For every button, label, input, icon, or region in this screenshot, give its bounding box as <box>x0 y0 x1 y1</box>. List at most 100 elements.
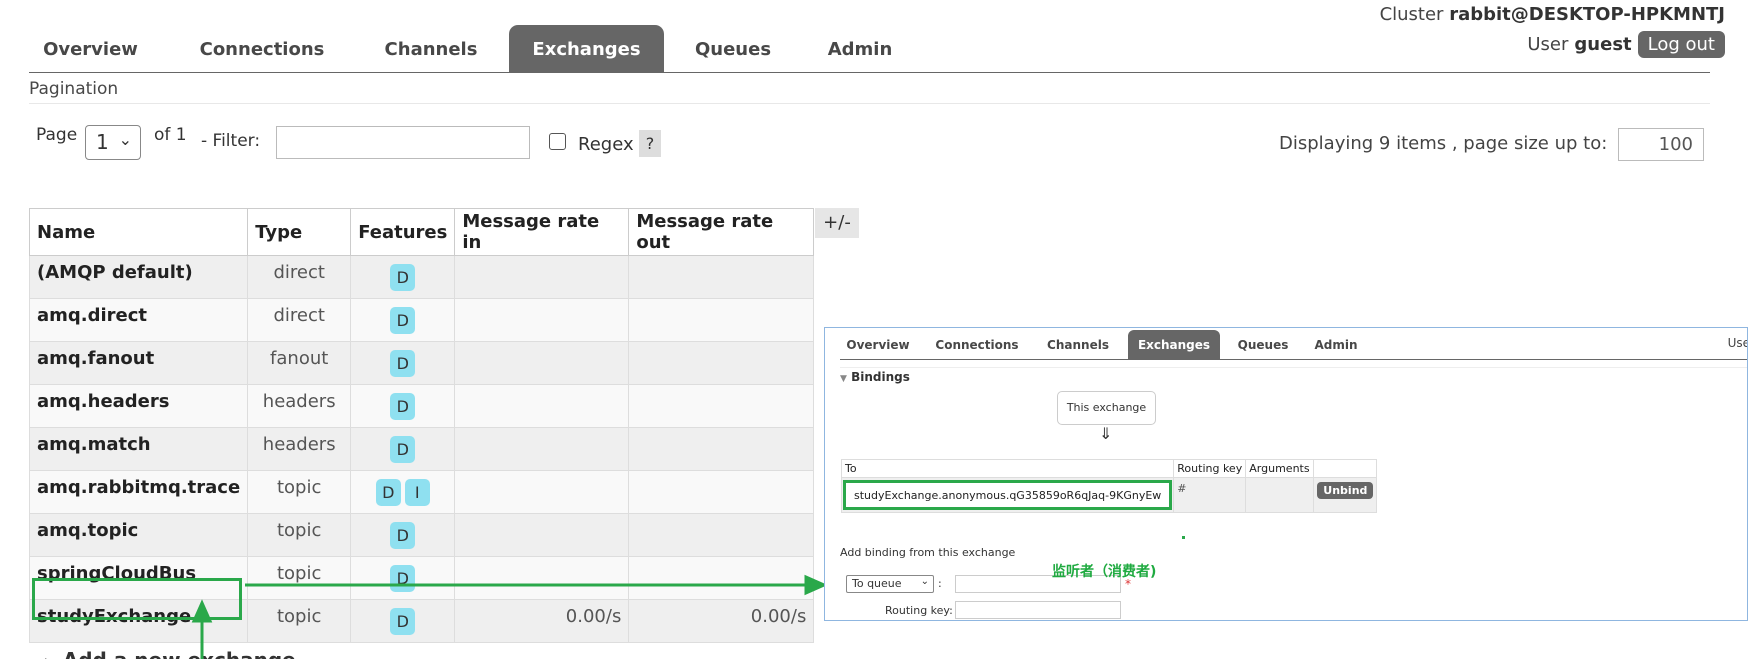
exchange-name-link[interactable]: (AMQP default) <box>28 255 249 299</box>
regex-checkbox[interactable] <box>549 133 566 150</box>
bindings-inset: Overview Connections Channels Exchanges … <box>824 327 1748 621</box>
table-row: (AMQP default) direct D <box>28 255 815 299</box>
exchange-name-link[interactable]: amq.topic <box>28 513 249 557</box>
col-type[interactable]: Type <box>247 208 352 256</box>
inset-tab-overview[interactable]: Overview <box>840 330 916 360</box>
filter-label: - Filter: <box>201 131 261 151</box>
exchange-features: D <box>350 427 456 471</box>
exchange-name-link[interactable]: amq.rabbitmq.trace <box>28 470 249 514</box>
page-select-value: 1 <box>96 130 109 154</box>
feature-badge: D <box>390 608 416 635</box>
table-row: amq.topic topic D <box>28 513 815 557</box>
exchange-name-link[interactable]: amq.match <box>28 427 249 471</box>
tab-queues[interactable]: Queues <box>683 25 783 72</box>
page-of-label: of 1 <box>154 125 187 145</box>
table-header-row: Name Type Features Message rate in Messa… <box>28 208 815 256</box>
exchange-type: topic <box>247 556 352 600</box>
rate-out <box>628 298 815 342</box>
help-button[interactable]: ? <box>639 130 661 157</box>
chevron-down-icon: ⌄ <box>118 130 132 149</box>
rate-in: 0.00/s <box>454 599 630 643</box>
unbind-button[interactable]: Unbind <box>1317 482 1374 499</box>
feature-badge: D <box>390 565 416 592</box>
feature-badge: D <box>390 522 416 549</box>
binding-arguments <box>1245 477 1315 513</box>
rate-in <box>454 255 630 299</box>
rate-in <box>454 427 630 471</box>
exchange-type: topic <box>247 470 352 514</box>
columns-toggle-button[interactable]: +/- <box>815 208 859 238</box>
exchange-type: direct <box>247 298 352 342</box>
exchange-features: D <box>350 298 456 342</box>
exchange-features: D <box>350 341 456 385</box>
exchange-name-link[interactable]: amq.fanout <box>28 341 249 385</box>
binding-destination-link[interactable]: studyExchange.anonymous.qG35859oR6qJaq-9… <box>843 480 1173 510</box>
tab-exchanges[interactable]: Exchanges <box>509 25 664 72</box>
inset-user-label: Use <box>1727 336 1748 350</box>
routing-key-input[interactable] <box>955 601 1121 619</box>
col-rate-out[interactable]: Message rate out <box>628 208 815 256</box>
rate-in <box>454 470 630 514</box>
table-row: amq.rabbitmq.trace topic DI <box>28 470 815 514</box>
chevron-down-icon: ⌄ <box>920 576 929 587</box>
bindings-title: Bindings <box>851 370 910 384</box>
destination-type-value: To queue <box>852 577 902 590</box>
rate-out <box>628 513 815 557</box>
feature-badge: D <box>390 350 416 377</box>
rate-out <box>628 255 815 299</box>
add-exchange-section[interactable]: ▶ Add a new exchange <box>45 648 296 659</box>
binding-routing-key: # <box>1173 477 1247 513</box>
inset-tab-exchanges[interactable]: Exchanges <box>1128 330 1220 360</box>
feature-badge: D <box>390 436 416 463</box>
col-features[interactable]: Features <box>350 208 456 256</box>
bindings-table: To Routing key Arguments studyExchange.a… <box>840 459 1378 513</box>
tab-overview[interactable]: Overview <box>29 25 152 72</box>
add-exchange-label: Add a new exchange <box>63 648 296 659</box>
expand-triangle-icon: ▶ <box>45 655 56 659</box>
page-select[interactable]: 1 ⌄ <box>85 125 141 160</box>
feature-badge: D <box>390 393 416 420</box>
exchange-name-link[interactable]: amq.direct <box>28 298 249 342</box>
page-size-input[interactable]: 100 <box>1618 128 1704 161</box>
inset-tab-channels[interactable]: Channels <box>1038 330 1118 360</box>
bindings-header[interactable]: ▼ Bindings <box>840 367 1747 385</box>
col-name[interactable]: Name <box>28 208 249 256</box>
pagination-title[interactable]: Pagination <box>29 79 118 99</box>
table-row: amq.fanout fanout D <box>28 341 815 385</box>
rate-in <box>454 384 630 428</box>
exchange-type: headers <box>247 384 352 428</box>
exchange-type: direct <box>247 255 352 299</box>
rate-out <box>628 427 815 471</box>
bind-col-routing-key: Routing key <box>1173 459 1247 478</box>
tab-admin[interactable]: Admin <box>815 25 905 72</box>
rate-in <box>454 556 630 600</box>
exchange-type: headers <box>247 427 352 471</box>
rate-out <box>628 556 815 600</box>
binding-row: studyExchange.anonymous.qG35859oR6qJaq-9… <box>840 477 1378 513</box>
inset-tab-admin[interactable]: Admin <box>1306 330 1366 360</box>
tab-connections[interactable]: Connections <box>192 25 332 72</box>
col-rate-in[interactable]: Message rate in <box>454 208 630 256</box>
bind-col-arguments: Arguments <box>1245 459 1315 478</box>
feature-badge: D <box>390 307 416 334</box>
exchange-features: D <box>350 513 456 557</box>
binding-to-cell: studyExchange.anonymous.qG35859oR6qJaq-9… <box>840 477 1175 513</box>
cluster-name: rabbit@DESKTOP-HPKMNTJ <box>1449 4 1725 25</box>
exchange-name-link[interactable]: amq.headers <box>28 384 249 428</box>
displaying-text: Displaying 9 items , page size up to: <box>1279 133 1608 154</box>
colon-separator: : <box>938 577 942 590</box>
pagination-divider <box>29 103 1710 104</box>
exchange-features: D <box>350 599 456 643</box>
inset-tab-queues[interactable]: Queues <box>1228 330 1298 360</box>
inset-tab-connections[interactable]: Connections <box>927 330 1027 360</box>
main-tabs: Overview Connections Channels Exchanges … <box>29 25 1710 73</box>
destination-type-select[interactable]: To queue ⌄ <box>846 575 934 593</box>
exchange-type: topic <box>247 599 352 643</box>
tab-channels[interactable]: Channels <box>371 25 491 72</box>
cluster-info: Cluster rabbit@DESKTOP-HPKMNTJ <box>1380 4 1725 25</box>
routing-key-label: Routing key: <box>885 604 953 617</box>
rate-out <box>628 341 815 385</box>
exchange-type: fanout <box>247 341 352 385</box>
filter-input[interactable] <box>276 126 530 159</box>
table-row: amq.headers headers D <box>28 384 815 428</box>
